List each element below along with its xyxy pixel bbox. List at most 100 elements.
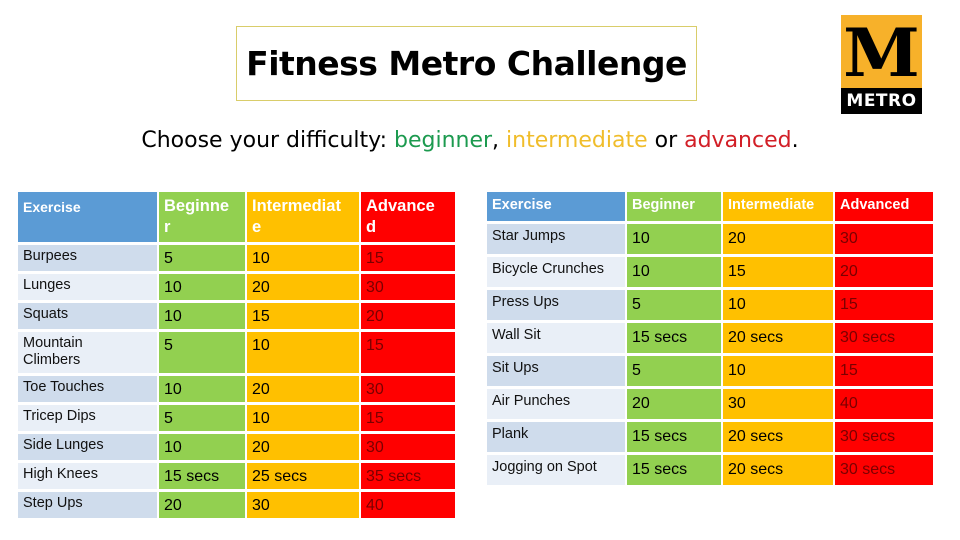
beginner-cell: 5 [627,290,721,320]
advanced-cell: 40 [361,492,455,518]
intermediate-cell: 25 secs [247,463,359,489]
table-row: Burpees 5 10 15 [18,245,455,271]
exercise-cell: Tricep Dips [18,405,157,431]
advanced-cell: 30 secs [835,323,933,353]
table-row: Lunges 10 20 30 [18,274,455,300]
intermediate-cell: 15 [247,303,359,329]
header-intermediate-line2: e [252,218,262,236]
intermediate-cell: 15 [723,257,833,287]
advanced-cell: 40 [835,389,933,419]
advanced-cell: 15 [835,356,933,386]
intermediate-cell: 10 [247,245,359,271]
exercise-cell: Toe Touches [18,376,157,402]
beginner-cell: 15 secs [627,422,721,452]
advanced-cell: 20 [835,257,933,287]
beginner-cell: 10 [159,434,245,460]
left-exercise-table: Exercise Beginne r Intermediat e Advance d … [16,189,457,521]
subtitle-prefix: Choose your difficulty: [141,128,394,153]
subtitle-advanced: advanced [684,128,792,153]
header-intermediate: Intermediate [723,192,833,221]
exercise-cell: Press Ups [487,290,625,320]
advanced-cell: 20 [361,303,455,329]
table-row: Tricep Dips 5 10 15 [18,405,455,431]
page-title: Fitness Metro Challenge [246,44,687,83]
subtitle-beginner: beginner [394,128,493,153]
table-row: Jogging on Spot 15 secs 20 secs 30 secs [487,455,933,485]
intermediate-cell: 20 [723,224,833,254]
header-exercise: Exercise [18,192,157,242]
intermediate-cell: 20 secs [723,422,833,452]
advanced-cell: 15 [835,290,933,320]
advanced-cell: 15 [361,405,455,431]
table-row: Step Ups 20 30 40 [18,492,455,518]
beginner-cell: 10 [159,303,245,329]
exercise-cell: Squats [18,303,157,329]
advanced-cell: 30 [361,274,455,300]
intermediate-cell: 20 [247,274,359,300]
exercise-cell: Air Punches [487,389,625,419]
advanced-cell: 15 [361,332,455,373]
beginner-cell: 20 [159,492,245,518]
exercise-cell: Burpees [18,245,157,271]
table-row: Air Punches 20 30 40 [487,389,933,419]
table-row: Side Lunges 10 20 30 [18,434,455,460]
exercise-cell: Mountain Climbers [18,332,157,373]
table-row: Toe Touches 10 20 30 [18,376,455,402]
intermediate-cell: 30 [247,492,359,518]
subtitle-separator: , [492,128,507,153]
logo-letter-block: M [841,15,922,88]
intermediate-cell: 30 [723,389,833,419]
exercise-cell: Side Lunges [18,434,157,460]
intermediate-cell: 10 [723,356,833,386]
exercise-cell: Plank [487,422,625,452]
header-beginner: Beginne r [159,192,245,242]
table-row: Bicycle Crunches 10 15 20 [487,257,933,287]
advanced-cell: 15 [361,245,455,271]
metro-logo: M METRO [841,15,922,114]
header-beginner-line2: r [164,218,171,236]
table-row: Plank 15 secs 20 secs 30 secs [487,422,933,452]
exercise-cell: High Knees [18,463,157,489]
intermediate-cell: 20 [247,376,359,402]
exercise-cell: Lunges [18,274,157,300]
table-row: Star Jumps 10 20 30 [487,224,933,254]
intermediate-cell: 20 secs [723,323,833,353]
header-advanced: Advanced [835,192,933,221]
header-intermediate-line1: Intermediat [252,197,341,215]
beginner-cell: 15 secs [627,455,721,485]
table-row: Wall Sit 15 secs 20 secs 30 secs [487,323,933,353]
difficulty-subtitle: Choose your difficulty: beginner, interm… [0,128,950,153]
intermediate-cell: 20 [247,434,359,460]
header-advanced-line1: Advance [366,197,435,215]
exercise-cell: Wall Sit [487,323,625,353]
advanced-cell: 30 [835,224,933,254]
subtitle-intermediate: intermediate [506,128,648,153]
exercise-cell: Bicycle Crunches [487,257,625,287]
beginner-cell: 5 [159,405,245,431]
intermediate-cell: 10 [723,290,833,320]
table-row: Squats 10 15 20 [18,303,455,329]
advanced-cell: 30 [361,434,455,460]
beginner-cell: 15 secs [159,463,245,489]
header-advanced: Advance d [361,192,455,242]
table-row: Press Ups 5 10 15 [487,290,933,320]
beginner-cell: 10 [159,376,245,402]
table-row: Mountain Climbers 5 10 15 [18,332,455,373]
title-box: Fitness Metro Challenge [236,26,697,101]
intermediate-cell: 10 [247,332,359,373]
right-exercise-table: Exercise Beginner Intermediate Advanced … [485,189,935,488]
beginner-cell: 10 [627,224,721,254]
beginner-cell: 20 [627,389,721,419]
header-advanced-line2: d [366,218,377,236]
header-exercise: Exercise [487,192,625,221]
exercise-cell: Jogging on Spot [487,455,625,485]
beginner-cell: 5 [627,356,721,386]
advanced-cell: 30 secs [835,455,933,485]
beginner-cell: 5 [159,245,245,271]
beginner-cell: 10 [627,257,721,287]
table-header-row: Exercise Beginne r Intermediat e Advance d [18,192,455,242]
beginner-cell: 10 [159,274,245,300]
intermediate-cell: 10 [247,405,359,431]
logo-text: METRO [846,91,917,111]
beginner-cell: 15 secs [627,323,721,353]
